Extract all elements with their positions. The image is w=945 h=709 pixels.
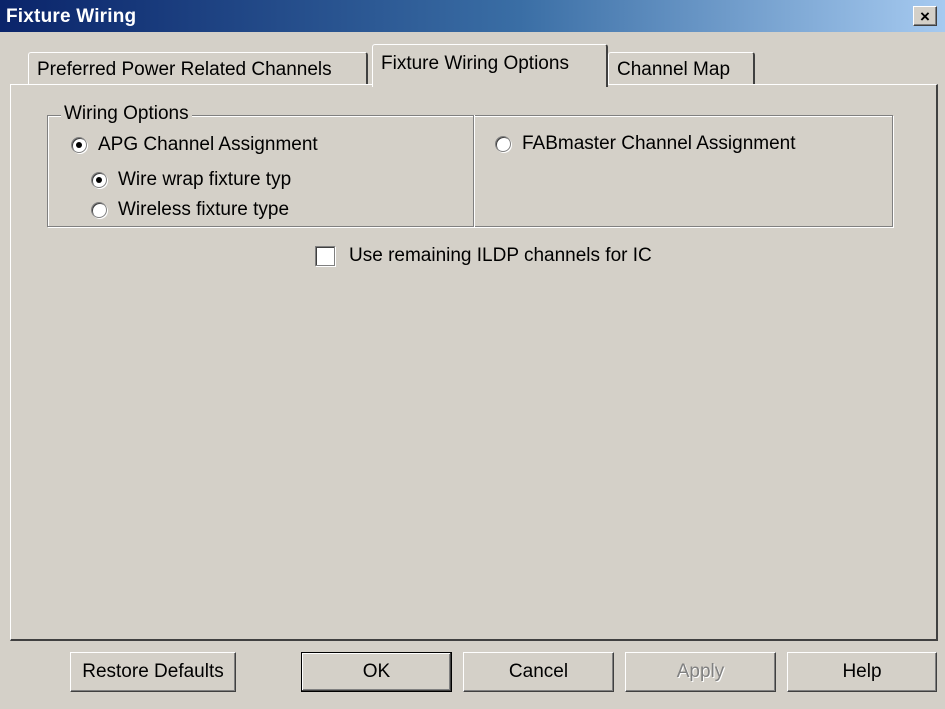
group-divider <box>473 115 475 227</box>
fabmaster-channel-assignment-radio[interactable]: FABmaster Channel Assignment <box>495 133 796 155</box>
use-remaining-ildp-checkbox[interactable]: Use remaining ILDP channels for IC <box>315 245 652 267</box>
radio-label: FABmaster Channel Assignment <box>522 133 796 154</box>
checkbox-icon <box>315 246 335 266</box>
tab-panel: Wiring Options APG Channel Assignment Wi… <box>10 84 938 641</box>
radio-label: Wireless fixture type <box>118 199 290 220</box>
apg-channel-assignment-radio[interactable]: APG Channel Assignment <box>71 134 318 156</box>
radio-icon <box>495 136 511 152</box>
title-bar[interactable]: Fixture Wiring × <box>0 0 945 32</box>
close-button[interactable]: × <box>913 6 937 26</box>
close-icon: × <box>920 6 930 26</box>
restore-defaults-button[interactable]: Restore Defaults <box>70 652 236 692</box>
window-title: Fixture Wiring <box>6 6 137 27</box>
tab-label: Preferred Power Related Channels <box>37 59 332 80</box>
radio-label: APG Channel Assignment <box>98 134 318 155</box>
radio-icon <box>71 137 87 153</box>
tab-fixture-wiring-options[interactable]: Fixture Wiring Options <box>372 44 608 87</box>
radio-label: Wire wrap fixture typ <box>118 169 292 190</box>
tab-label: Channel Map <box>617 59 731 80</box>
tab-label: Fixture Wiring Options <box>381 53 569 74</box>
help-button[interactable]: Help <box>787 652 937 692</box>
radio-icon <box>91 202 107 218</box>
radio-icon <box>91 172 107 188</box>
group-legend: Wiring Options <box>61 103 192 125</box>
apply-button[interactable]: Apply <box>625 652 776 692</box>
wireless-fixture-type-radio[interactable]: Wireless fixture type <box>91 199 289 221</box>
checkbox-label: Use remaining ILDP channels for IC <box>349 245 652 266</box>
fixture-wiring-dialog: Fixture Wiring × Preferred Power Related… <box>0 0 945 709</box>
tab-channel-map[interactable]: Channel Map <box>608 52 755 86</box>
ok-button[interactable]: OK <box>301 652 452 692</box>
cancel-button[interactable]: Cancel <box>463 652 614 692</box>
tab-preferred-power-related-channels[interactable]: Preferred Power Related Channels <box>28 52 368 86</box>
wire-wrap-fixture-type-radio[interactable]: Wire wrap fixture typ <box>91 169 291 191</box>
